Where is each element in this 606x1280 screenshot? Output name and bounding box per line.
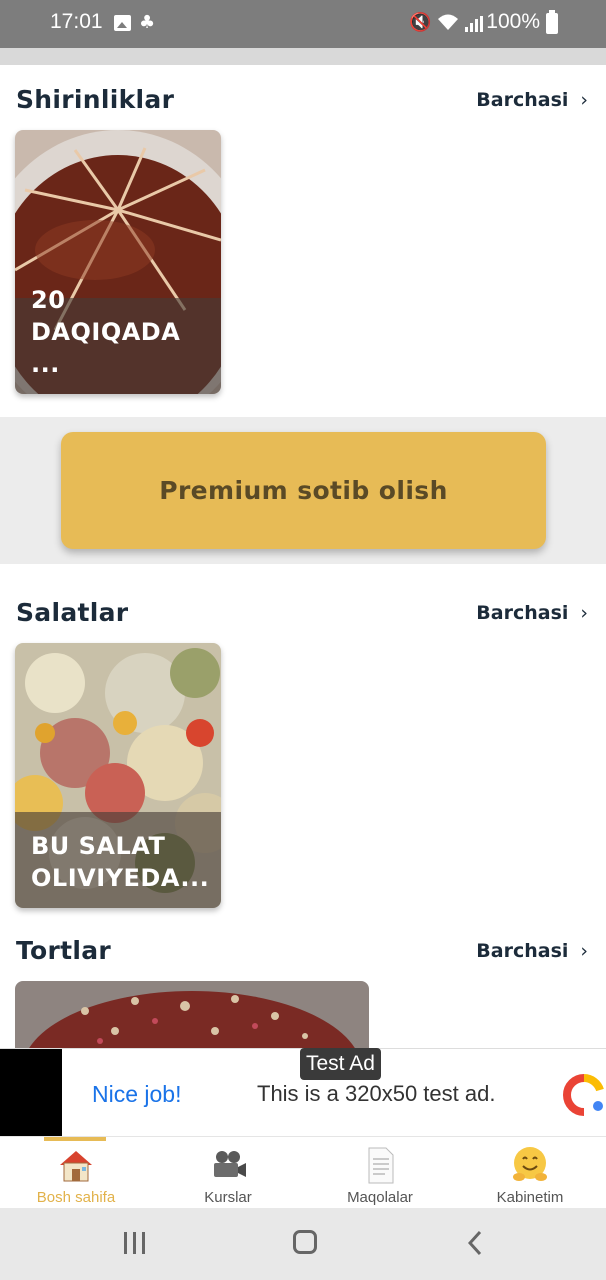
battery-percent: 100% (486, 10, 540, 33)
section-shirinliklar: Shirinliklar Barchasi › 20 DAQIQADA ... (0, 65, 606, 417)
section-title: Shirinliklar (16, 85, 175, 114)
status-bar: 17:01 ♣ 🔇 100% (0, 0, 606, 48)
section-salatlar: Salatlar Barchasi › BU SALAT OLIVIYEDA...… (0, 564, 606, 1051)
status-time: 17:01 (50, 10, 103, 33)
chevron-right-icon: › (580, 89, 588, 111)
see-all-link[interactable]: Barchasi › (476, 602, 588, 624)
ad-banner[interactable]: Test Ad Nice job! This is a 320x50 test … (0, 1048, 606, 1137)
hugging-face-icon (510, 1145, 550, 1185)
section-title: Salatlar (16, 598, 129, 627)
see-all-label: Barchasi (476, 602, 569, 624)
house-icon (56, 1145, 96, 1185)
ad-headline: Nice job! (92, 1081, 182, 1107)
nav-label: Bosh sahifa (36, 1189, 116, 1206)
system-navigation-bar (0, 1208, 606, 1280)
mute-icon: 🔇 (409, 12, 432, 33)
recipe-image (15, 981, 369, 1051)
see-all-link[interactable]: Barchasi › (476, 940, 588, 962)
recents-icon[interactable] (124, 1232, 146, 1254)
active-indicator (44, 1137, 106, 1141)
chevron-right-icon: › (580, 940, 588, 962)
card-title: BU SALAT OLIVIYEDA... (31, 832, 210, 892)
recipe-card[interactable]: BU SALAT OLIVIYEDA... (15, 643, 221, 908)
ad-test-tag: Test Ad (300, 1048, 381, 1080)
premium-purchase-button[interactable]: Premium sotib olish (61, 432, 546, 549)
recipe-card[interactable]: 20 DAQIQADA ... (15, 130, 221, 394)
see-all-link[interactable]: Barchasi › (476, 89, 588, 111)
nav-label: Kurslar (204, 1189, 252, 1206)
nav-label: Kabinetim (496, 1189, 564, 1206)
card-title: 20 DAQIQADA ... (31, 286, 181, 378)
document-icon (360, 1145, 400, 1185)
nav-item-home[interactable]: Bosh sahifa (0, 1137, 152, 1209)
chevron-right-icon: › (580, 602, 588, 624)
nav-label: Maqolalar (347, 1189, 413, 1206)
movie-camera-icon (208, 1145, 248, 1185)
nav-item-cabinet[interactable]: Kabinetim (454, 1137, 606, 1209)
previous-section-edge (0, 48, 606, 65)
signal-icon (465, 16, 483, 32)
see-all-label: Barchasi (476, 940, 569, 962)
home-icon[interactable] (293, 1230, 317, 1254)
gallery-icon (114, 15, 131, 31)
ad-body: This is a 320x50 test ad. (257, 1081, 496, 1106)
nav-item-courses[interactable]: Kurslar (152, 1137, 304, 1209)
ad-logo-icon (562, 1074, 606, 1116)
see-all-label: Barchasi (476, 89, 569, 111)
ad-image-placeholder (0, 1049, 62, 1137)
back-icon[interactable] (467, 1230, 482, 1256)
wifi-icon (436, 12, 460, 37)
nav-item-articles[interactable]: Maqolalar (304, 1137, 456, 1209)
battery-icon (546, 10, 558, 34)
app-notification-icon: ♣ (139, 12, 156, 33)
section-title: Tortlar (16, 936, 112, 965)
bottom-navigation: Bosh sahifa Kurslar Maqolalar Kabinetim (0, 1136, 606, 1208)
recipe-card[interactable] (15, 981, 369, 1051)
